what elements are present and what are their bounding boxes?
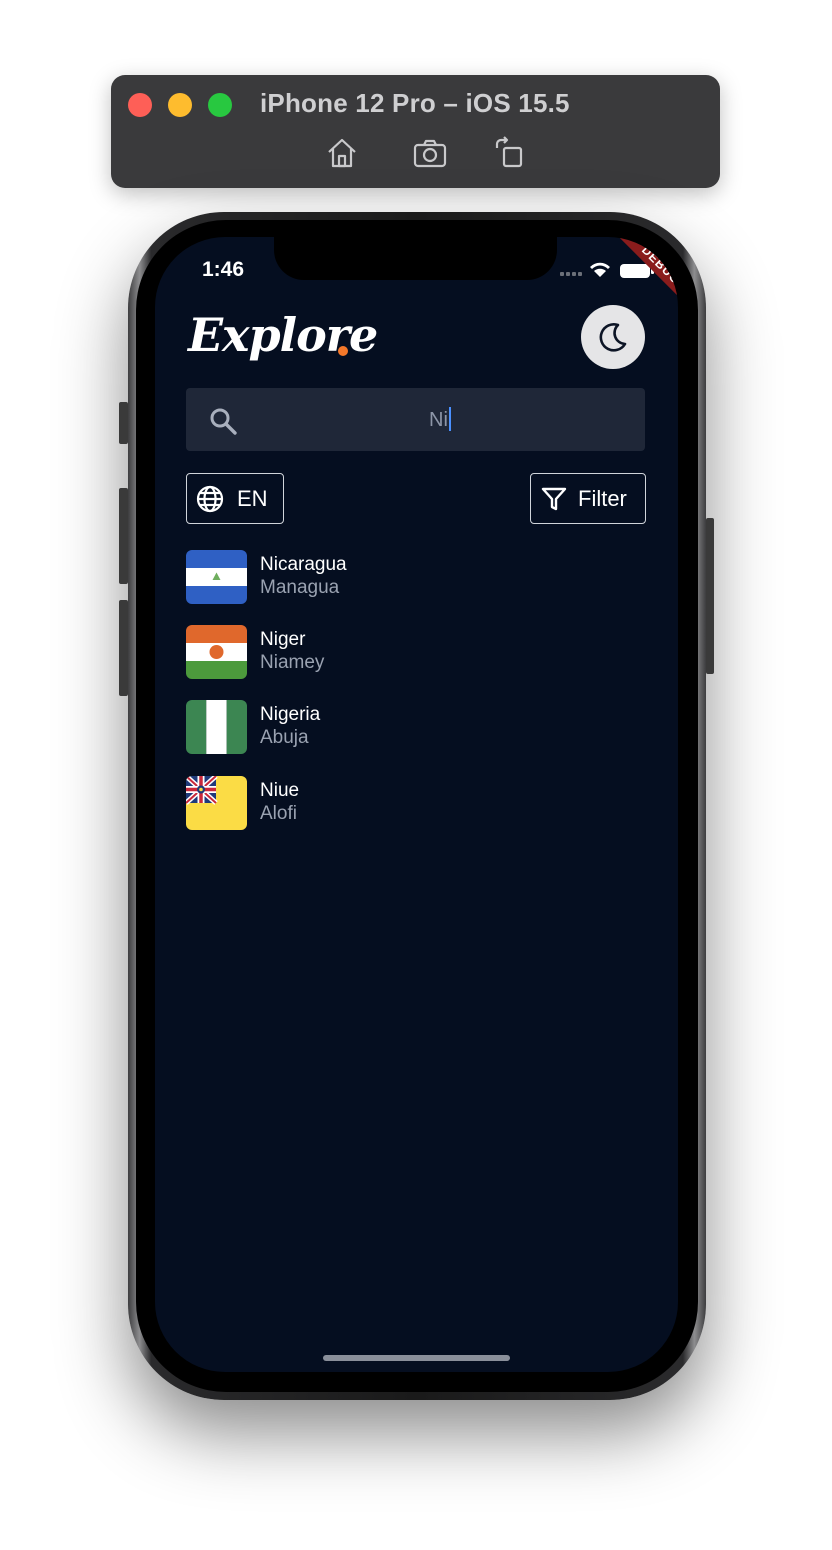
close-window-button[interactable] <box>128 93 152 117</box>
filter-icon <box>541 487 567 510</box>
search-icon <box>208 406 238 441</box>
country-capital: Managua <box>260 577 340 598</box>
filter-button[interactable]: Filter <box>530 473 646 524</box>
home-icon[interactable] <box>325 136 359 170</box>
mute-switch <box>119 402 128 444</box>
country-capital: Niamey <box>260 652 325 673</box>
cellular-signal-icon <box>560 272 582 276</box>
moon-icon <box>599 323 627 352</box>
country-name: Nicaragua <box>260 554 347 575</box>
country-name: Niger <box>260 629 306 650</box>
zoom-window-button[interactable] <box>208 93 232 117</box>
power-button <box>706 518 714 674</box>
text-cursor <box>448 407 451 431</box>
nigeria-flag <box>186 700 247 754</box>
language-label: EN <box>237 485 268 511</box>
country-capital: Abuja <box>260 727 309 748</box>
theme-toggle-button[interactable] <box>581 305 645 369</box>
volume-up-button <box>119 488 128 584</box>
country-name: Nigeria <box>260 704 321 725</box>
nicaragua-flag <box>186 550 247 604</box>
screenshot-icon[interactable] <box>413 136 447 170</box>
country-capital: Alofi <box>260 803 297 824</box>
filter-label: Filter <box>578 485 627 511</box>
app-logo: Explore <box>188 308 378 362</box>
rotate-icon[interactable] <box>493 136 527 170</box>
country-name: Niue <box>260 780 300 801</box>
minimize-window-button[interactable] <box>168 93 192 117</box>
search-value: Ni <box>300 407 580 432</box>
volume-down-button <box>119 600 128 696</box>
search-value-text: Ni <box>429 409 448 431</box>
niue-flag <box>186 776 247 830</box>
niger-flag <box>186 625 247 679</box>
globe-icon <box>196 485 224 512</box>
simulator-title: iPhone 12 Pro – iOS 15.5 <box>260 88 570 118</box>
notch <box>274 230 557 280</box>
home-indicator[interactable] <box>323 1355 510 1361</box>
status-time: 1:46 <box>202 258 245 281</box>
logo-dot <box>338 346 348 356</box>
language-button[interactable]: EN <box>186 473 284 524</box>
